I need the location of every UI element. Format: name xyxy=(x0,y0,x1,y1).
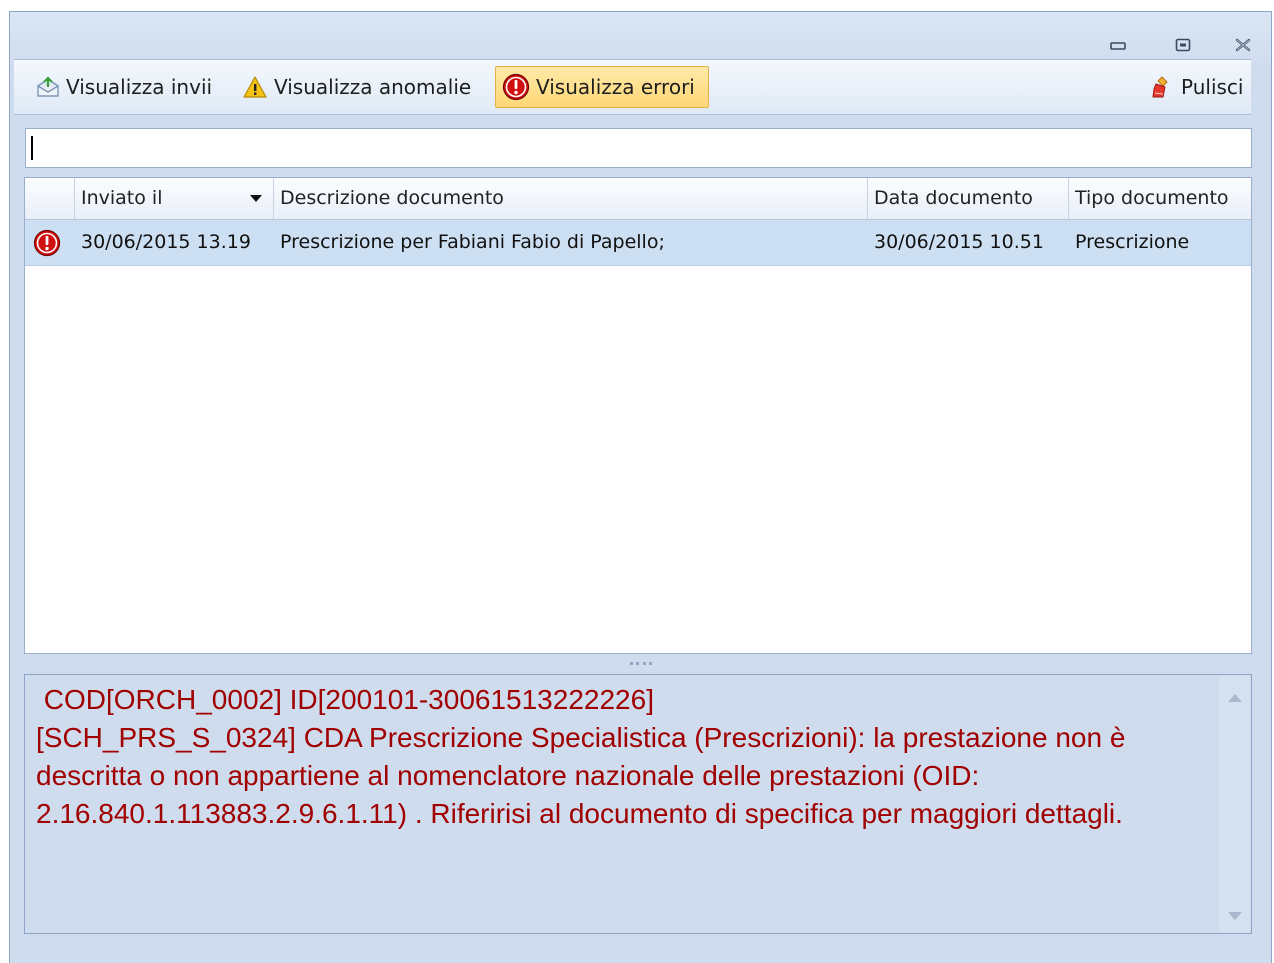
minimize-button[interactable] xyxy=(1106,34,1130,56)
error-details-panel[interactable]: COD[ORCH_0002] ID[200101-30061513222226]… xyxy=(24,674,1252,934)
header-document-date[interactable]: Data documento xyxy=(868,178,1069,219)
close-icon xyxy=(1235,38,1251,52)
row-status-cell xyxy=(25,220,75,265)
error-icon xyxy=(33,229,61,256)
header-status[interactable] xyxy=(25,178,75,219)
restore-icon xyxy=(1175,38,1191,52)
warning-icon xyxy=(243,76,267,98)
sort-descending-icon xyxy=(250,195,262,202)
header-sent-date-label: Inviato il xyxy=(81,187,163,209)
scroll-down-icon[interactable] xyxy=(1228,912,1242,920)
view-sent-label: Visualizza invii xyxy=(66,75,213,99)
view-warnings-button[interactable]: Visualizza anomalie xyxy=(236,66,477,108)
grid-header: Inviato il Descrizione documento Data do… xyxy=(25,178,1251,220)
table-row[interactable]: 30/06/2015 13.19 Prescrizione per Fabian… xyxy=(25,220,1251,266)
vertical-scrollbar[interactable] xyxy=(1219,676,1250,932)
clear-button[interactable]: Pulisci xyxy=(1145,66,1249,108)
text-caret xyxy=(31,136,33,160)
restore-button[interactable] xyxy=(1171,34,1195,56)
error-details-text: COD[ORCH_0002] ID[200101-30061513222226]… xyxy=(36,684,1126,829)
header-description[interactable]: Descrizione documento xyxy=(274,178,868,219)
toolbar: Visualizza invii Visualizza anomalie Vis… xyxy=(14,59,1251,115)
minimize-icon xyxy=(1110,42,1126,50)
row-document-date: 30/06/2015 10.51 xyxy=(874,231,1044,253)
view-warnings-label: Visualizza anomalie xyxy=(274,75,472,99)
row-description: Prescrizione per Fabiani Fabio di Papell… xyxy=(280,231,665,253)
row-document-type: Prescrizione xyxy=(1075,231,1190,253)
error-icon xyxy=(502,73,530,101)
documents-grid[interactable]: Inviato il Descrizione documento Data do… xyxy=(24,177,1252,654)
scroll-up-icon[interactable] xyxy=(1228,694,1242,702)
search-input[interactable] xyxy=(25,128,1252,168)
header-document-type[interactable]: Tipo documento xyxy=(1069,178,1251,219)
close-button[interactable] xyxy=(1231,34,1255,56)
eraser-broom-icon xyxy=(1152,76,1168,98)
view-sent-button[interactable]: Visualizza invii xyxy=(30,66,218,108)
clear-label: Pulisci xyxy=(1181,75,1244,99)
view-errors-button[interactable]: Visualizza errori xyxy=(495,66,709,108)
header-sent-date[interactable]: Inviato il xyxy=(75,178,274,219)
splitter-handle[interactable] xyxy=(630,662,652,666)
send-envelope-icon xyxy=(37,76,59,97)
view-errors-label: Visualizza errori xyxy=(536,75,695,99)
row-sent-date: 30/06/2015 13.19 xyxy=(81,231,251,253)
